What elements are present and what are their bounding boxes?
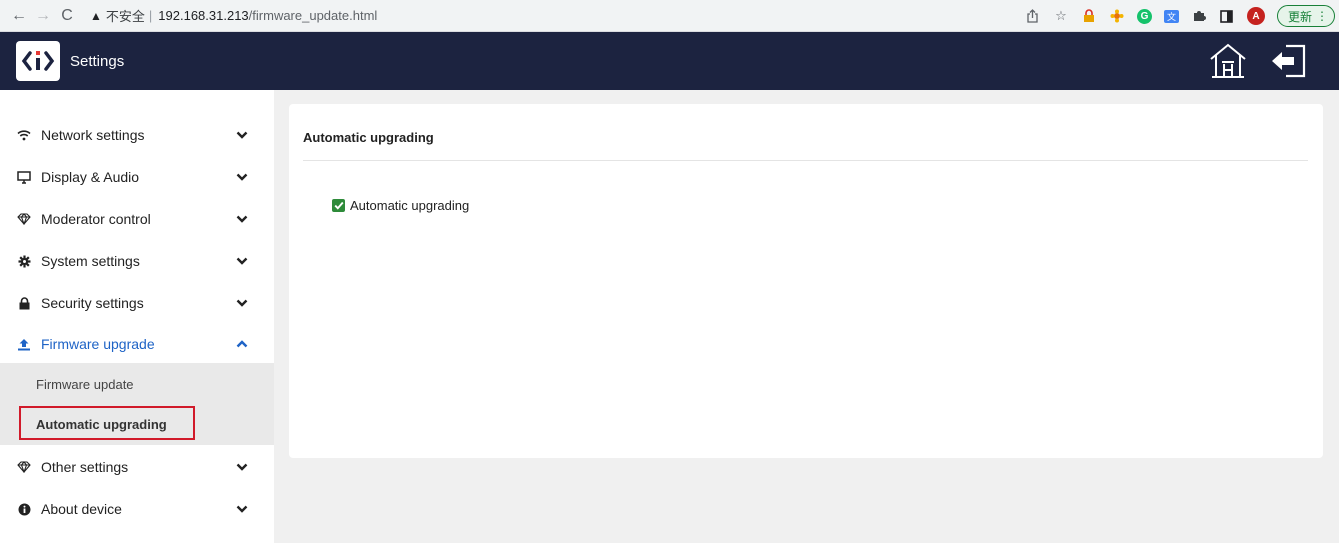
chevron-down-icon [236, 173, 248, 181]
url-host[interactable]: 192.168.31.213 [158, 8, 248, 23]
sidebar-item-label: Firmware upgrade [41, 336, 155, 352]
logout-icon[interactable] [1269, 40, 1311, 82]
app-title: Settings [70, 52, 125, 70]
warning-icon[interactable]: ▲ [90, 9, 102, 23]
browser-actions: ☆ G 文 A 更新 ⋮ [1025, 4, 1335, 28]
security-label[interactable]: 不安全 [106, 6, 145, 25]
settings-panel: Automatic upgrading Automatic upgrading [289, 104, 1323, 458]
bookmark-star-icon[interactable]: ☆ [1053, 8, 1069, 24]
sidebar-item-security[interactable]: Security settings [0, 282, 274, 324]
diamond-icon [17, 212, 31, 226]
update-label: 更新 [1287, 9, 1312, 24]
extension-grammarly-icon[interactable]: G [1136, 8, 1152, 24]
diamond-icon [17, 460, 31, 474]
browser-update-button[interactable]: 更新 ⋮ [1276, 5, 1335, 27]
sidebar-item-display-audio[interactable]: Display & Audio [0, 156, 274, 198]
auto-upgrade-checkbox[interactable] [332, 199, 345, 212]
auto-upgrade-label[interactable]: Automatic upgrading [350, 198, 469, 213]
kebab-menu-icon: ⋮ [1316, 9, 1328, 23]
chevron-down-icon [236, 299, 248, 307]
url-separator: | [148, 8, 153, 23]
submenu-item-firmware-update[interactable]: Firmware update [36, 377, 134, 392]
chevron-down-icon [236, 257, 248, 265]
address-bar[interactable]: ▲ 不安全 | 192.168.31.213/firmware_update.h… [84, 4, 377, 28]
sidebar-item-label: About device [41, 501, 122, 517]
home-icon[interactable] [1207, 40, 1249, 82]
panel-divider [303, 160, 1308, 161]
chevron-up-icon [236, 340, 248, 348]
auto-upgrade-option[interactable]: Automatic upgrading [332, 198, 469, 213]
sidebar-item-label: Display & Audio [41, 169, 140, 185]
sidebar-item-label: Network settings [41, 127, 145, 143]
share-icon[interactable] [1025, 8, 1041, 24]
extension-flower-icon[interactable] [1109, 8, 1125, 24]
sidebar-item-label: Security settings [41, 295, 144, 311]
sidebar-item-label: Other settings [41, 459, 129, 475]
panel-title: Automatic upgrading [303, 130, 434, 145]
browser-toolbar: ← → C ▲ 不安全 | 192.168.31.213/firmware_up… [0, 0, 1339, 32]
sidebar-item-network[interactable]: Network settings [0, 114, 274, 156]
app-logo [16, 41, 60, 81]
side-panel-icon[interactable] [1219, 8, 1235, 24]
gear-icon [17, 254, 31, 268]
sidebar-item-moderator[interactable]: Moderator control [0, 198, 274, 240]
extension-lock-icon[interactable] [1081, 8, 1097, 24]
sidebar-item-firmware[interactable]: Firmware upgrade [0, 323, 274, 365]
upload-icon [17, 337, 31, 351]
wifi-icon [17, 128, 31, 142]
extensions-puzzle-icon[interactable] [1191, 8, 1207, 24]
sidebar-item-label: System settings [41, 253, 140, 269]
monitor-icon [17, 170, 31, 184]
chevron-down-icon [236, 215, 248, 223]
header-actions [1207, 40, 1311, 82]
info-icon [17, 502, 31, 516]
lock-icon [17, 296, 31, 310]
forward-button[interactable]: → [32, 7, 54, 25]
chevron-down-icon [236, 505, 248, 513]
chevron-down-icon [236, 463, 248, 471]
chevron-down-icon [236, 131, 248, 139]
extension-translate-icon[interactable]: 文 [1163, 9, 1179, 23]
app-header: Settings [0, 32, 1339, 90]
sidebar-item-about[interactable]: About device [0, 488, 274, 530]
profile-avatar[interactable]: A [1246, 7, 1265, 25]
reload-button[interactable]: C [56, 7, 78, 25]
selection-highlight [19, 406, 195, 440]
sidebar: Network settings Display & Audio Moderat… [0, 90, 274, 543]
sidebar-item-label: Moderator control [41, 211, 151, 227]
back-button[interactable]: ← [8, 7, 30, 25]
url-path[interactable]: /firmware_update.html [249, 8, 378, 23]
sidebar-item-other[interactable]: Other settings [0, 446, 274, 488]
sidebar-item-system[interactable]: System settings [0, 240, 274, 282]
